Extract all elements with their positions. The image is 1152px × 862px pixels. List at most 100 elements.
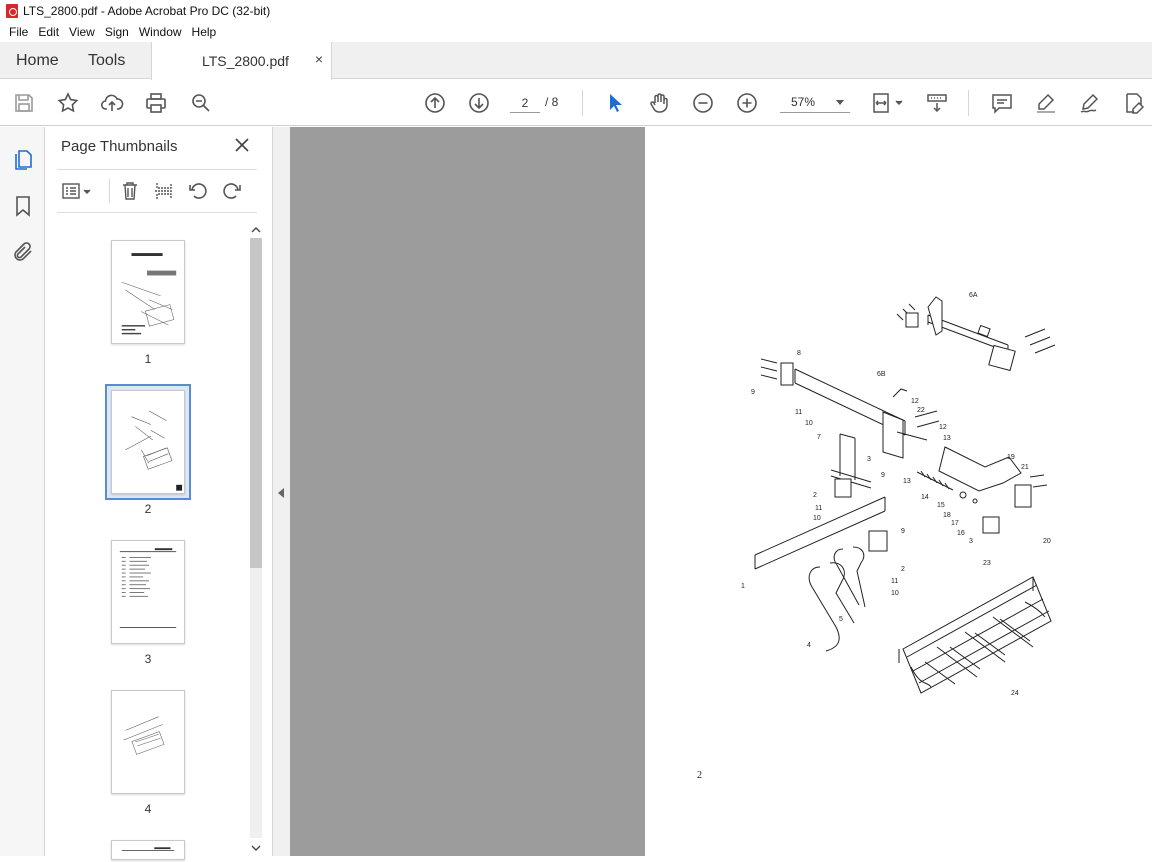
close-panel-icon[interactable] bbox=[233, 136, 251, 154]
part-label: 12 bbox=[911, 398, 919, 405]
options-menu-icon[interactable] bbox=[61, 180, 93, 202]
part-label: 9 bbox=[881, 472, 885, 479]
pdf-page: 6A 6B 8 9 11 10 12 22 12 13 7 3 9 13 19 … bbox=[645, 127, 1152, 856]
scroll-down-icon[interactable] bbox=[251, 842, 261, 852]
chevron-down-icon bbox=[836, 100, 844, 105]
thumbnail-page-5[interactable] bbox=[111, 840, 185, 860]
edit-pdf-icon[interactable] bbox=[1122, 91, 1146, 115]
previous-page-icon[interactable] bbox=[423, 91, 447, 115]
menu-edit[interactable]: Edit bbox=[33, 25, 64, 39]
zoom-value: 57% bbox=[791, 95, 816, 109]
upload-cloud-icon[interactable] bbox=[100, 91, 124, 115]
part-label: 11 bbox=[795, 409, 802, 416]
zoom-out-icon[interactable] bbox=[691, 91, 715, 115]
part-label: 23 bbox=[983, 560, 991, 567]
tab-tools[interactable]: Tools bbox=[88, 42, 125, 79]
thumbnail-label-1: 1 bbox=[144, 352, 152, 366]
part-label: 6B bbox=[877, 371, 886, 378]
scrollbar-thumb[interactable] bbox=[250, 238, 262, 568]
thumbnail-page-2[interactable] bbox=[111, 390, 185, 494]
exploded-parts-diagram: 6A 6B 8 9 11 10 12 22 12 13 7 3 9 13 19 … bbox=[741, 292, 1056, 697]
thumbnail-toolbar bbox=[57, 169, 257, 213]
draw-sign-icon[interactable] bbox=[1078, 91, 1102, 115]
part-label: 11 bbox=[815, 505, 822, 512]
part-label: 22 bbox=[917, 407, 925, 414]
thumbnail-label-3: 3 bbox=[144, 652, 152, 666]
part-label: 1 bbox=[741, 583, 745, 590]
part-label: 10 bbox=[813, 515, 821, 522]
zoom-level-select[interactable]: 57% bbox=[780, 93, 850, 113]
close-tab-icon[interactable]: × bbox=[315, 51, 323, 67]
part-label: 21 bbox=[1021, 464, 1029, 471]
menu-help[interactable]: Help bbox=[187, 25, 222, 39]
attachments-paperclip-icon[interactable] bbox=[11, 240, 35, 264]
menu-file[interactable]: File bbox=[4, 25, 33, 39]
scroll-up-icon[interactable] bbox=[251, 224, 261, 234]
hand-tool-icon[interactable] bbox=[647, 91, 671, 115]
part-label: 11 bbox=[891, 578, 898, 585]
main-toolbar: / 8 57% bbox=[0, 80, 1152, 126]
print-icon[interactable] bbox=[144, 91, 168, 115]
part-label: 3 bbox=[867, 456, 871, 463]
page-footer-number: 2 bbox=[697, 770, 702, 781]
collapse-panel-icon[interactable] bbox=[278, 488, 284, 498]
next-page-icon[interactable] bbox=[467, 91, 491, 115]
tab-bar: Home Tools LTS_2800.pdf × bbox=[0, 42, 1152, 80]
thumbnail-page-4[interactable] bbox=[111, 690, 185, 794]
search-zoom-icon[interactable] bbox=[189, 91, 213, 115]
extract-page-icon[interactable] bbox=[153, 180, 175, 202]
save-icon[interactable] bbox=[12, 91, 36, 115]
bookmarks-icon[interactable] bbox=[11, 194, 35, 218]
acrobat-app-icon bbox=[6, 4, 18, 18]
delete-page-icon[interactable] bbox=[119, 180, 141, 202]
part-label: 10 bbox=[805, 420, 813, 427]
document-view[interactable]: 6A 6B 8 9 11 10 12 22 12 13 7 3 9 13 19 … bbox=[290, 127, 1152, 856]
page-number-input[interactable] bbox=[510, 93, 540, 113]
part-label: 12 bbox=[939, 424, 947, 431]
part-label: 19 bbox=[1007, 454, 1015, 461]
bookmark-star-icon[interactable] bbox=[56, 91, 80, 115]
thumbnail-page-1[interactable] bbox=[111, 240, 185, 344]
panel-splitter[interactable] bbox=[273, 127, 290, 856]
toolbar-divider bbox=[109, 179, 110, 203]
select-cursor-icon[interactable] bbox=[603, 91, 627, 115]
part-label: 9 bbox=[901, 528, 905, 535]
page-thumbnails-panel: Page Thumbnails 1 2 3 4 bbox=[45, 127, 273, 860]
part-label: 20 bbox=[1043, 538, 1051, 545]
part-label: 13 bbox=[903, 478, 911, 485]
part-label: 6A bbox=[969, 292, 978, 299]
toolbar-divider bbox=[582, 90, 583, 116]
part-label: 15 bbox=[937, 502, 945, 509]
part-label: 2 bbox=[901, 566, 905, 573]
part-label: 7 bbox=[817, 434, 821, 441]
part-label: 14 bbox=[921, 494, 929, 501]
comment-icon[interactable] bbox=[990, 91, 1014, 115]
thumbnail-label-4: 4 bbox=[144, 802, 152, 816]
part-label: 3 bbox=[969, 538, 973, 545]
part-label: 18 bbox=[943, 512, 951, 519]
navigation-rail bbox=[0, 127, 45, 856]
panel-title: Page Thumbnails bbox=[61, 138, 178, 155]
tab-document[interactable]: LTS_2800.pdf × bbox=[151, 42, 332, 80]
part-label: 4 bbox=[807, 642, 811, 649]
menu-sign[interactable]: Sign bbox=[100, 25, 134, 39]
highlight-pen-icon[interactable] bbox=[1034, 91, 1058, 115]
part-label: 10 bbox=[891, 590, 899, 597]
window-title: LTS_2800.pdf - Adobe Acrobat Pro DC (32-… bbox=[23, 4, 271, 18]
tab-home[interactable]: Home bbox=[16, 42, 59, 79]
thumbnail-page-3[interactable] bbox=[111, 540, 185, 644]
rotate-clockwise-icon[interactable] bbox=[221, 180, 243, 202]
thumbnails-scrollbar[interactable] bbox=[248, 220, 264, 856]
page-fit-icon[interactable] bbox=[870, 91, 906, 115]
menu-bar: File Edit View Sign Window Help bbox=[0, 22, 1152, 42]
menu-view[interactable]: View bbox=[64, 25, 100, 39]
toolbar-divider bbox=[968, 90, 969, 116]
scroll-mode-icon[interactable] bbox=[925, 91, 949, 115]
page-thumbnails-icon[interactable] bbox=[11, 148, 35, 172]
menu-window[interactable]: Window bbox=[134, 25, 187, 39]
part-label: 24 bbox=[1011, 690, 1019, 697]
zoom-in-icon[interactable] bbox=[735, 91, 759, 115]
title-bar: LTS_2800.pdf - Adobe Acrobat Pro DC (32-… bbox=[0, 0, 1152, 22]
part-label: 2 bbox=[813, 492, 817, 499]
rotate-counterclockwise-icon[interactable] bbox=[187, 180, 209, 202]
